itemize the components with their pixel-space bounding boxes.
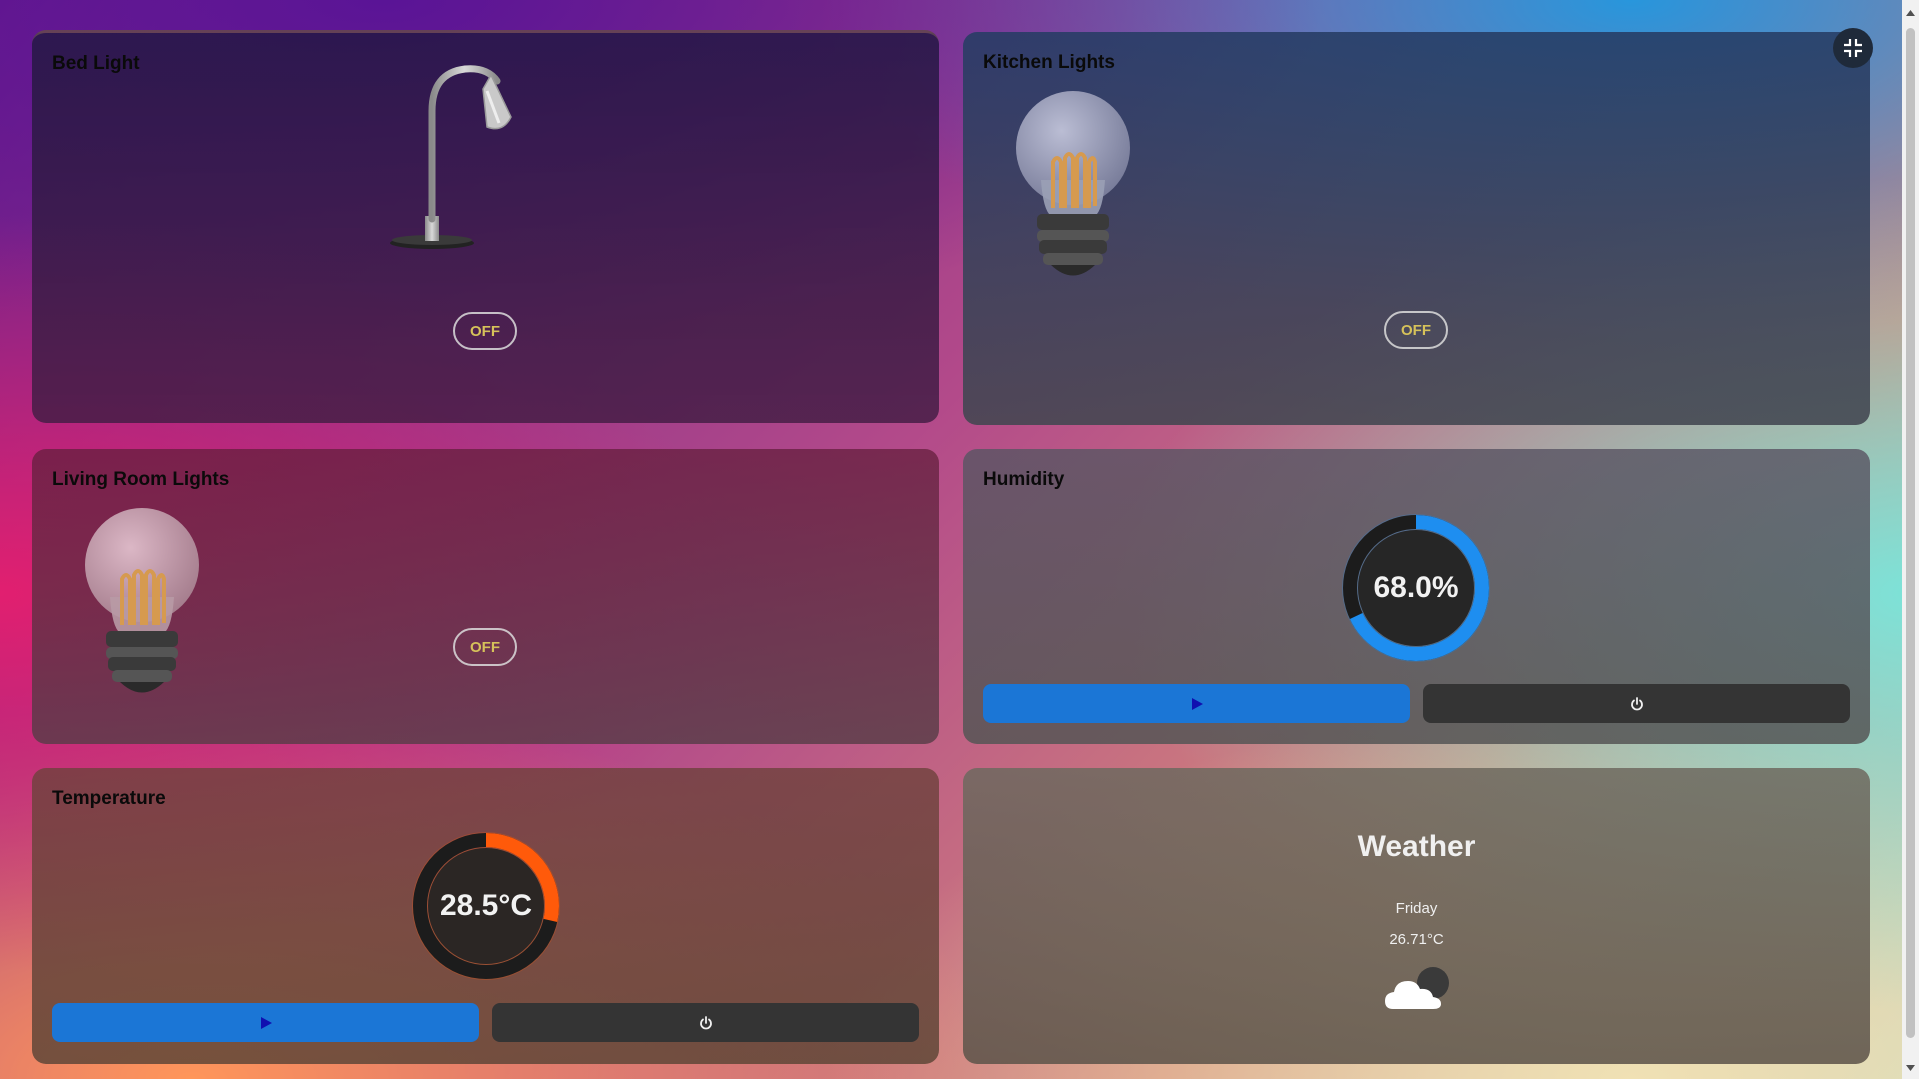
- card-title: Bed Light: [52, 53, 140, 74]
- play-icon: [260, 1016, 272, 1029]
- power-icon: [1630, 696, 1643, 710]
- card-title: Kitchen Lights: [983, 52, 1115, 73]
- humidity-gauge: 68.0%: [1340, 512, 1492, 664]
- scrollbar-thumb[interactable]: [1906, 28, 1915, 1038]
- play-icon: [1191, 697, 1203, 710]
- desk-lamp-icon: [390, 65, 512, 249]
- weather-temperature: 26.71°C: [1389, 931, 1444, 948]
- humidity-power-button[interactable]: [1423, 684, 1850, 723]
- bed-light-card[interactable]: Bed Light OFF: [32, 30, 939, 423]
- temperature-value: 28.5°C: [439, 889, 533, 922]
- exit-fullscreen-button[interactable]: [1833, 28, 1873, 68]
- card-title: Humidity: [983, 469, 1065, 490]
- scroll-down-arrow-icon[interactable]: [1905, 1062, 1916, 1073]
- weather-card[interactable]: Weather Friday 26.71°C: [963, 768, 1870, 1064]
- exit-fullscreen-icon: [1844, 39, 1862, 57]
- light-bulb-icon: [85, 508, 199, 693]
- humidity-play-button[interactable]: [983, 684, 1410, 723]
- light-bulb-icon: [1016, 91, 1130, 276]
- vertical-scrollbar[interactable]: [1902, 0, 1919, 1079]
- weather-title: Weather: [1357, 830, 1476, 863]
- kitchen-lights-toggle-button[interactable]: OFF: [1384, 311, 1448, 349]
- temperature-card[interactable]: Temperature 28.5°C: [32, 768, 939, 1064]
- living-room-lights-card[interactable]: Living Room Lights OFF: [32, 449, 939, 744]
- power-icon: [699, 1015, 712, 1029]
- temperature-gauge: 28.5°C: [410, 830, 562, 982]
- temperature-power-button[interactable]: [492, 1003, 919, 1042]
- temperature-play-button[interactable]: [52, 1003, 479, 1042]
- humidity-value: 68.0%: [1373, 571, 1459, 604]
- kitchen-lights-card[interactable]: Kitchen Lights OFF: [963, 32, 1870, 425]
- living-room-lights-toggle-button[interactable]: OFF: [453, 628, 517, 666]
- bed-light-toggle-button[interactable]: OFF: [453, 312, 517, 350]
- scroll-up-arrow-icon[interactable]: [1905, 8, 1916, 19]
- card-title: Temperature: [52, 788, 166, 809]
- partly-cloudy-night-icon: [1385, 967, 1449, 1009]
- humidity-card[interactable]: Humidity 68.0%: [963, 449, 1870, 744]
- card-title: Living Room Lights: [52, 469, 230, 490]
- weather-day: Friday: [1395, 900, 1438, 917]
